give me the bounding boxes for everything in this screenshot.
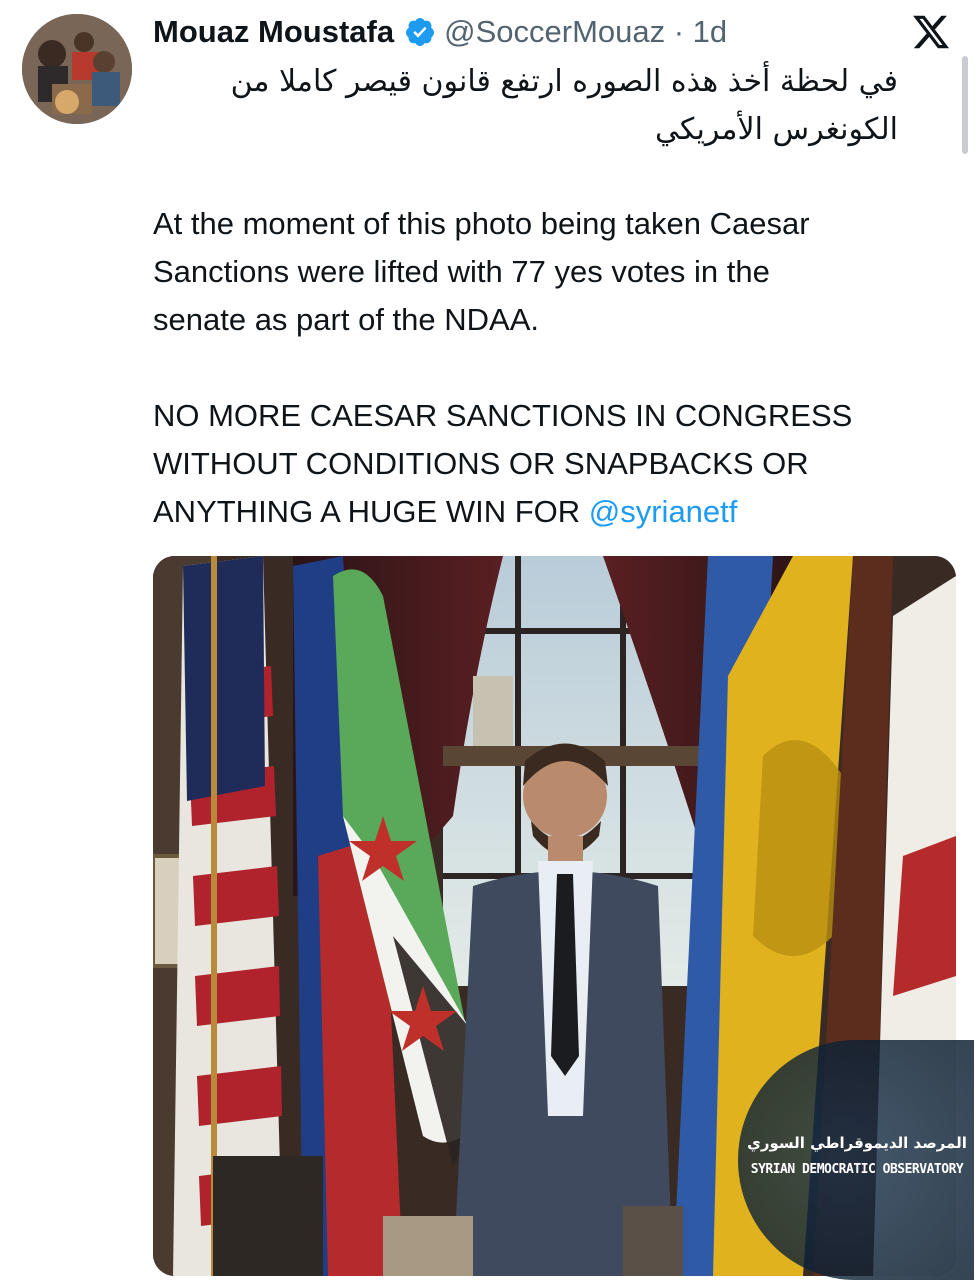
tweet-text-line: Sanctions were lifted with 77 yes votes …	[153, 254, 770, 289]
watermark-badge	[738, 1040, 974, 1280]
verified-badge-icon	[404, 16, 436, 48]
tweet-text-line: At the moment of this photo being taken …	[153, 206, 810, 241]
tweet-text-line-with-mention: ANYTHING A HUGE WIN FOR @syrianetf	[153, 488, 737, 536]
tweet-header: Mouaz Moustafa @SoccerMouaz · 1d	[153, 10, 727, 54]
tweet-text-line: WITHOUT CONDITIONS OR SNAPBACKS OR	[153, 446, 809, 481]
author-avatar[interactable]	[22, 14, 132, 124]
author-handle-time[interactable]: @SoccerMouaz · 1d	[444, 14, 727, 50]
watermark-arabic-text: المرصد الديموقراطي السوري	[747, 1134, 967, 1152]
tweet-text-arabic: في لحظة أخذ هذه الصوره ارتفع قانون قيصر …	[230, 64, 898, 147]
watermark-english-text: SYRIAN DEMOCRATIC OBSERVATORY	[750, 1162, 964, 1177]
tweet-text-line: NO MORE CAESAR SANCTIONS IN CONGRESS	[153, 398, 853, 433]
x-logo-icon[interactable]	[910, 12, 952, 52]
scrollbar[interactable]	[962, 56, 968, 154]
tweet-text-line: senate as part of the NDAA.	[153, 302, 539, 337]
mention-link[interactable]: @syrianetf	[589, 494, 738, 529]
author-name[interactable]: Mouaz Moustafa	[153, 14, 394, 50]
tweet-text-segment: ANYTHING A HUGE WIN FOR	[153, 494, 589, 529]
